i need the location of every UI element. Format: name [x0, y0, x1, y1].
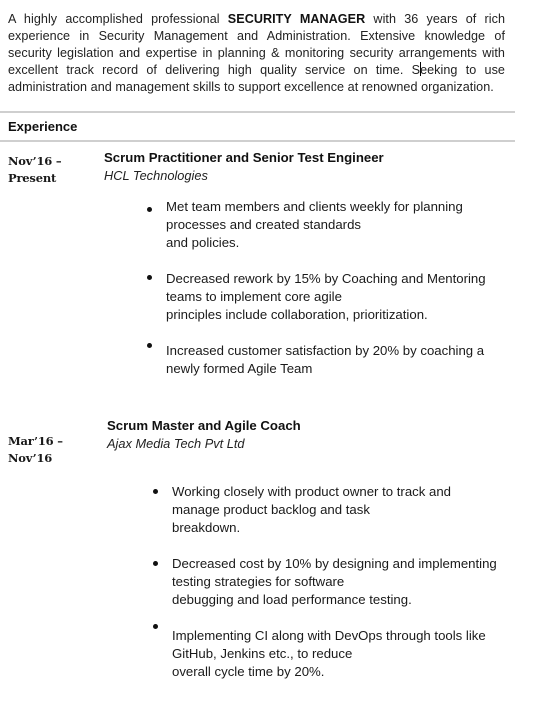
- bullet-line: and policies.: [166, 235, 240, 250]
- job-date-start: Nov’16 –: [8, 154, 62, 168]
- job-title: Scrum Practitioner and Senior Test Engin…: [104, 150, 384, 165]
- bullet-line: teams to implement core agile: [166, 289, 342, 304]
- section-divider-bottom: [0, 140, 515, 142]
- job-date-start: Mar’16 –: [8, 434, 63, 448]
- job-date-end: Present: [8, 171, 57, 185]
- job-bullet: Decreased cost by 10% by designing and i…: [153, 555, 497, 609]
- job-bullet: Increased customer satisfaction by 20% b…: [147, 342, 485, 378]
- bullet-line: overall cycle time by 20%.: [172, 664, 325, 679]
- bullet-icon: [147, 207, 152, 212]
- job-date-range: Mar’16 – Nov’16: [8, 433, 63, 467]
- bullet-line: Increased customer satisfaction by 20% b…: [166, 343, 485, 358]
- bullet-line: breakdown.: [172, 520, 241, 535]
- summary-highlight: SECURITY MANAGER: [227, 12, 366, 26]
- job-company: Ajax Media Tech Pvt Ltd: [107, 436, 245, 451]
- job-bullet: Working closely with product owner to tr…: [153, 483, 452, 537]
- section-title-experience: Experience: [8, 119, 78, 134]
- job-bullet: Implementing CI along with DevOps throug…: [153, 624, 486, 681]
- job-bullet: Decreased rework by 15% by Coaching and …: [147, 270, 486, 324]
- job-bullet: Met team members and clients weekly for …: [147, 198, 463, 252]
- bullet-line: manage product backlog and task: [172, 502, 370, 517]
- bullet-line: newly formed Agile Team: [166, 361, 313, 376]
- bullet-line: Decreased rework by 15% by Coaching and …: [166, 271, 486, 286]
- job-company: HCL Technologies: [104, 168, 208, 183]
- job-title: Scrum Master and Agile Coach: [107, 418, 301, 433]
- bullet-line: GitHub, Jenkins etc., to reduce: [172, 646, 353, 661]
- bullet-icon: [153, 561, 158, 566]
- bullet-icon: [147, 343, 152, 348]
- bullet-icon: [153, 489, 158, 494]
- professional-summary: A highly accomplished professional SECUR…: [8, 11, 505, 96]
- bullet-line: processes and created standards: [166, 217, 361, 232]
- bullet-icon: [147, 275, 152, 280]
- bullet-line: Decreased cost by 10% by designing and i…: [172, 556, 497, 571]
- bullet-line: debugging and load performance testing.: [172, 592, 412, 607]
- bullet-icon: [153, 624, 158, 629]
- bullet-line: Implementing CI along with DevOps throug…: [172, 628, 486, 643]
- bullet-line: Met team members and clients weekly for …: [166, 199, 463, 214]
- section-divider-top: [0, 111, 515, 113]
- job-date-range: Nov’16 – Present: [8, 153, 62, 187]
- bullet-line: Working closely with product owner to tr…: [172, 484, 452, 499]
- job-date-end: Nov’16: [8, 451, 53, 465]
- bullet-line: principles include collaboration, priori…: [166, 307, 428, 322]
- bullet-line: testing strategies for software: [172, 574, 345, 589]
- summary-prefix: A highly accomplished professional: [8, 12, 228, 26]
